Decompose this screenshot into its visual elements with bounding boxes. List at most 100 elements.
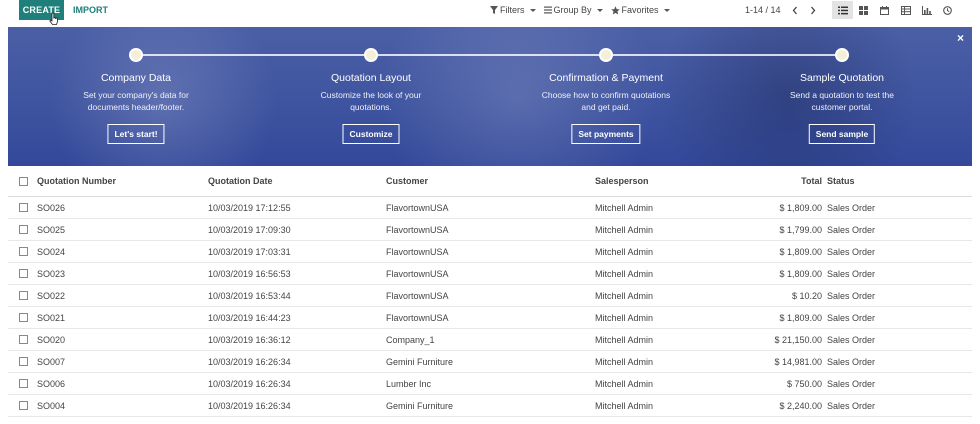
cell-quotation-date: 10/03/2019 16:44:23 — [208, 312, 291, 323]
row-checkbox[interactable] — [19, 247, 28, 256]
table-row[interactable]: SO020 10/03/2019 16:36:12 Company_1 Mitchel… — [8, 329, 972, 351]
cell-quotation-number: SO023 — [37, 268, 66, 279]
filters-dropdown[interactable]: Filters — [490, 5, 536, 15]
pager-value[interactable]: 1-14 / 14 — [745, 5, 781, 15]
step-dot — [599, 48, 613, 62]
filters-label: Filters — [500, 5, 525, 15]
cell-status: Sales Order — [827, 356, 876, 367]
kanban-view-button[interactable] — [853, 1, 874, 19]
cell-salesperson: Mitchell Admin — [595, 246, 654, 257]
cell-quotation-date: 10/03/2019 17:09:30 — [208, 224, 291, 235]
table-body: SO026 10/03/2019 17:12:55 FlavortownUSA Mit… — [8, 197, 972, 417]
cell-salesperson: Mitchell Admin — [595, 224, 654, 235]
cell-quotation-date: 10/03/2019 16:56:53 — [208, 268, 291, 279]
cell-quotation-number: SO021 — [37, 312, 66, 323]
table-row[interactable]: SO025 10/03/2019 17:09:30 FlavortownUSA Mit… — [8, 219, 972, 241]
row-checkbox[interactable] — [19, 379, 28, 388]
select-all-checkbox[interactable] — [19, 176, 28, 186]
cell-quotation-date: 10/03/2019 17:03:31 — [208, 246, 291, 257]
table-row[interactable]: SO024 10/03/2019 17:03:31 FlavortownUSA Mit… — [8, 241, 972, 263]
import-button[interactable]: IMPORT — [73, 5, 108, 15]
pivot-view-button[interactable] — [895, 1, 916, 19]
header-salesperson[interactable]: Salesperson — [595, 176, 649, 186]
row-checkbox[interactable] — [19, 225, 28, 234]
graph-view-button[interactable] — [916, 1, 937, 19]
chevron-down-icon — [663, 8, 670, 12]
calendar-view-button[interactable] — [874, 1, 895, 19]
cell-total: $ 1,809.00 — [779, 312, 822, 323]
close-icon[interactable]: × — [957, 31, 964, 45]
cell-salesperson: Mitchell Admin — [595, 334, 654, 345]
row-checkbox[interactable] — [19, 313, 28, 322]
cell-customer: FlavortownUSA — [386, 312, 449, 323]
cell-status: Sales Order — [827, 202, 876, 213]
cell-total: $ 2,240.00 — [779, 400, 822, 411]
header-total[interactable]: Total — [801, 176, 822, 186]
step-title: Sample Quotation — [799, 72, 885, 84]
favorites-dropdown[interactable]: Favorites — [610, 5, 670, 15]
step-description: Customize the look of your quotations. — [320, 90, 422, 112]
pager: 1-14 / 14 — [745, 5, 817, 15]
lets-start-button[interactable]: Let's start! — [107, 124, 165, 144]
header-status[interactable]: Status — [827, 176, 855, 186]
cell-quotation-date: 10/03/2019 16:26:34 — [208, 400, 291, 411]
row-checkbox[interactable] — [19, 335, 28, 344]
table-row[interactable]: SO022 10/03/2019 16:53:44 FlavortownUSA Mit… — [8, 285, 972, 307]
cell-salesperson: Mitchell Admin — [595, 290, 654, 301]
header-customer[interactable]: Customer — [386, 176, 428, 186]
cell-quotation-date: 10/03/2019 16:26:34 — [208, 356, 291, 367]
header-quotation-date[interactable]: Quotation Date — [208, 176, 273, 186]
clock-icon — [943, 5, 952, 15]
step-dot — [364, 48, 378, 62]
chevron-down-icon — [529, 8, 536, 12]
table-row[interactable]: SO004 10/03/2019 16:26:34 Gemini Furniture… — [8, 395, 972, 417]
activity-view-button[interactable] — [937, 1, 958, 19]
cell-quotation-date: 10/03/2019 16:26:34 — [208, 378, 291, 389]
cell-customer: FlavortownUSA — [386, 224, 449, 235]
cell-quotation-date: 10/03/2019 16:36:12 — [208, 334, 291, 345]
row-checkbox[interactable] — [19, 291, 28, 300]
row-checkbox[interactable] — [19, 269, 28, 278]
cell-salesperson: Mitchell Admin — [595, 400, 654, 411]
customize-button[interactable]: Customize — [342, 124, 400, 144]
table-row[interactable]: SO006 10/03/2019 16:26:34 Lumber Inc Mitche… — [8, 373, 972, 395]
cell-total: $ 21,150.00 — [774, 334, 822, 345]
table-row[interactable]: SO026 10/03/2019 17:12:55 FlavortownUSA Mit… — [8, 197, 972, 219]
cell-salesperson: Mitchell Admin — [595, 356, 654, 367]
cell-customer: Company_1 — [386, 334, 435, 345]
send-sample-button[interactable]: Send sample — [808, 124, 876, 144]
cell-customer: Gemini Furniture — [386, 400, 454, 411]
chevron-right-icon[interactable] — [809, 6, 817, 15]
group-by-dropdown[interactable]: Group By — [543, 5, 603, 15]
cell-status: Sales Order — [827, 268, 876, 279]
cell-salesperson: Mitchell Admin — [595, 378, 654, 389]
set-payments-button[interactable]: Set payments — [571, 124, 641, 144]
table-row[interactable]: SO023 10/03/2019 16:56:53 FlavortownUSA Mit… — [8, 263, 972, 285]
cell-total: $ 1,809.00 — [779, 246, 822, 257]
filter-icon — [490, 6, 498, 14]
list-view-button[interactable] — [832, 1, 853, 19]
cell-total: $ 1,799.00 — [779, 224, 822, 235]
cell-quotation-number: SO007 — [37, 356, 66, 367]
cell-salesperson: Mitchell Admin — [595, 268, 654, 279]
cell-customer: FlavortownUSA — [386, 246, 449, 257]
progress-track — [136, 54, 842, 56]
cell-customer: FlavortownUSA — [386, 202, 449, 213]
step-title: Confirmation & Payment — [549, 72, 663, 84]
cell-salesperson: Mitchell Admin — [595, 202, 654, 213]
mouse-cursor-icon — [49, 12, 58, 25]
table-row[interactable]: SO021 10/03/2019 16:44:23 FlavortownUSA Mit… — [8, 307, 972, 329]
cell-quotation-number: SO022 — [37, 290, 66, 301]
search-options: Filters Group By Favorites — [490, 5, 670, 15]
chevron-down-icon — [596, 8, 603, 12]
star-icon — [610, 5, 620, 15]
chevron-left-icon[interactable] — [791, 6, 799, 15]
table-row[interactable]: SO007 10/03/2019 16:26:34 Gemini Furniture… — [8, 351, 972, 373]
header-quotation-number[interactable]: Quotation Number — [37, 176, 116, 186]
row-checkbox[interactable] — [19, 357, 28, 366]
onboarding-banner: × Company Data Set your company's data f… — [8, 27, 972, 166]
row-checkbox[interactable] — [19, 203, 28, 212]
row-checkbox[interactable] — [19, 401, 28, 410]
cell-quotation-number: SO025 — [37, 224, 66, 235]
kanban-view-icon — [859, 5, 868, 15]
